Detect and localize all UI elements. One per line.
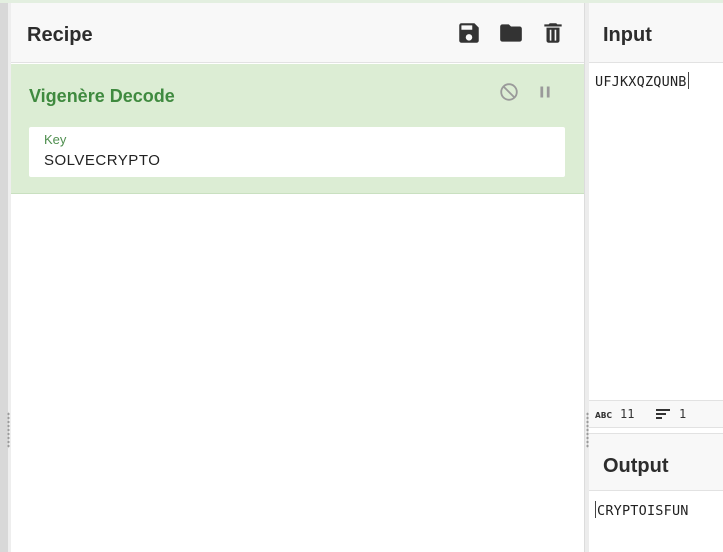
io-pane: Input UFJKXQZQUNB ABC 11 1 Output CRYPTO… xyxy=(589,3,723,552)
recipe-toolbar xyxy=(456,20,566,46)
length-value: 11 xyxy=(620,407,635,421)
output-value: CRYPTOISFUN xyxy=(597,503,689,519)
folder-icon[interactable] xyxy=(498,20,524,46)
key-label: Key xyxy=(44,132,67,147)
input-header: Input xyxy=(589,3,723,63)
input-status-bar: ABC 11 1 xyxy=(589,400,723,428)
recipe-header: Recipe xyxy=(11,3,584,63)
recipe-operation[interactable]: Vigenère Decode Key SOLVECRYPTO xyxy=(11,64,584,194)
output-header: Output xyxy=(589,433,723,491)
pause-icon[interactable] xyxy=(534,81,556,103)
trash-icon[interactable] xyxy=(540,20,566,46)
key-input[interactable]: SOLVECRYPTO xyxy=(44,152,160,169)
left-gutter xyxy=(0,3,8,552)
recipe-pane: Recipe Vigenère Decode Key SOLVECRYPTO xyxy=(11,3,584,552)
save-icon[interactable] xyxy=(456,20,482,46)
lines-stat: 1 xyxy=(655,407,686,421)
left-grip[interactable] xyxy=(7,412,10,448)
recipe-title: Recipe xyxy=(27,24,93,46)
disable-icon[interactable] xyxy=(498,81,520,103)
text-caret xyxy=(595,501,596,518)
input-title: Input xyxy=(603,24,652,46)
text-caret xyxy=(687,72,689,89)
abc-icon: ABC xyxy=(595,411,612,419)
cyberchef-app: Recipe Vigenère Decode Key SOLVECRYPTO I… xyxy=(0,0,723,552)
lines-value: 1 xyxy=(679,407,687,421)
lines-icon xyxy=(656,409,670,419)
operation-controls xyxy=(498,81,556,103)
operation-name: Vigenère Decode xyxy=(29,86,175,106)
key-field[interactable]: Key SOLVECRYPTO xyxy=(29,127,565,177)
output-textarea[interactable]: CRYPTOISFUN xyxy=(595,501,689,519)
input-value: UFJKXQZQUNB xyxy=(595,74,687,90)
input-textarea[interactable]: UFJKXQZQUNB xyxy=(595,72,689,90)
output-title: Output xyxy=(603,455,669,477)
svg-text:ABC: ABC xyxy=(595,411,612,419)
length-stat: ABC 11 xyxy=(595,407,634,421)
